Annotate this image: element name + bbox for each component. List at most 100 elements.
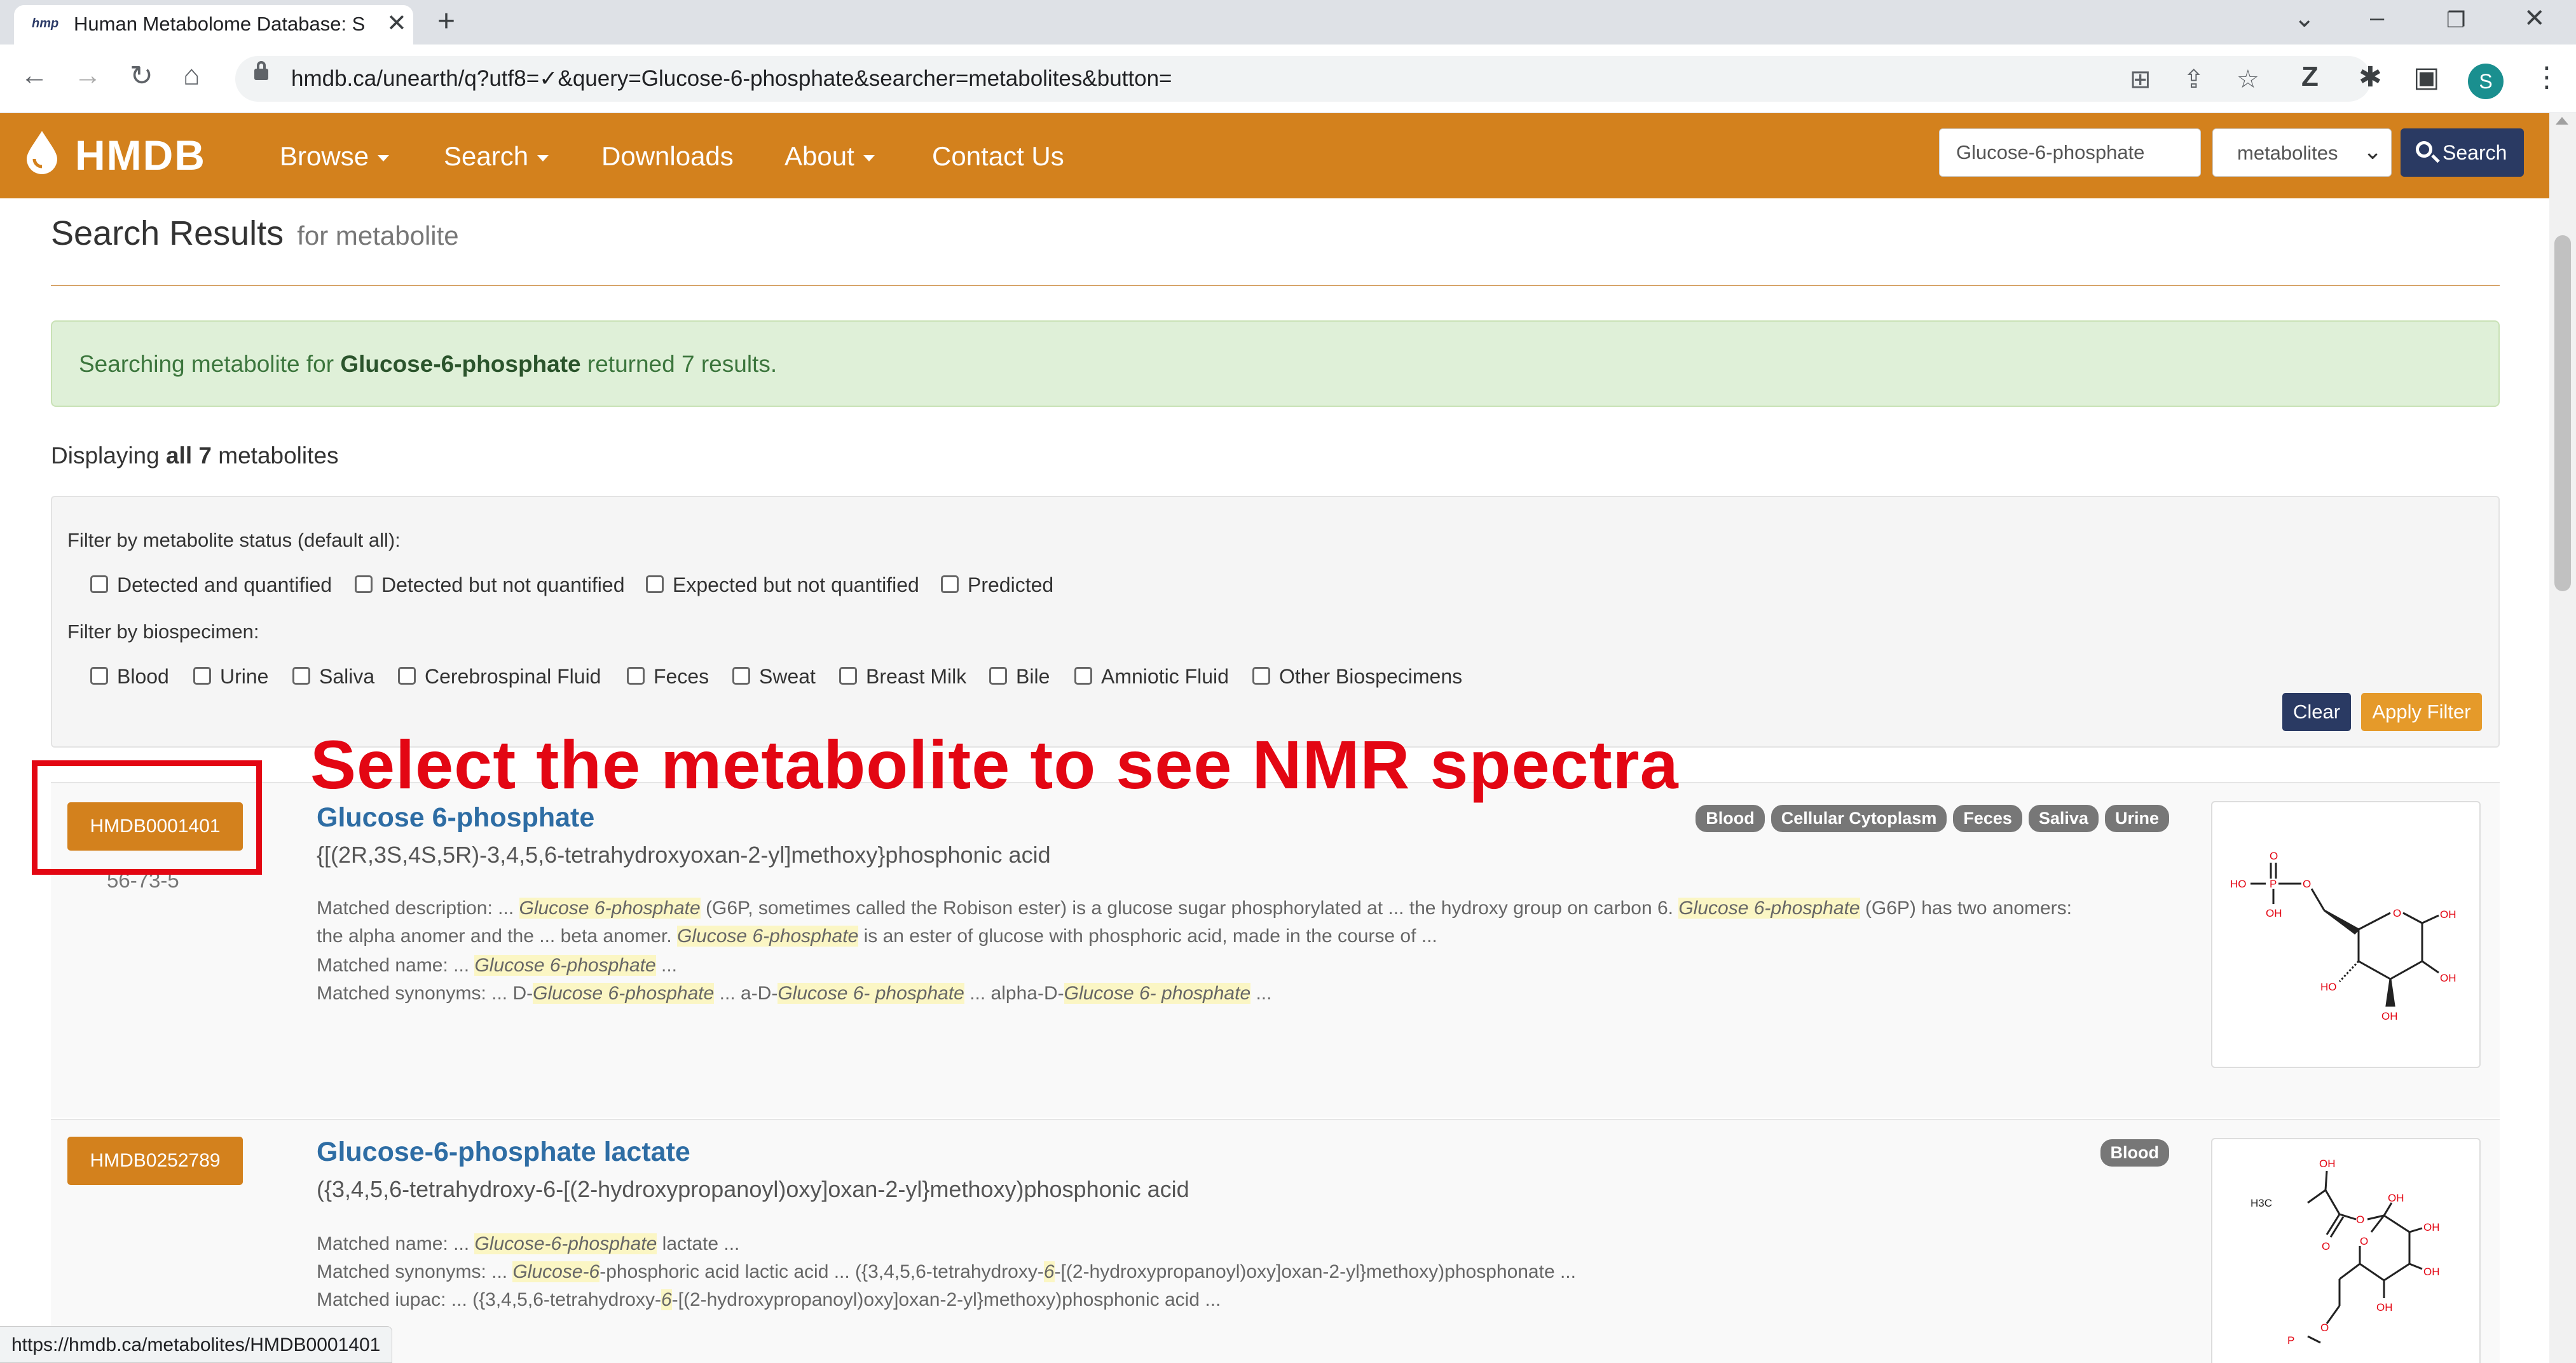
url-text[interactable]: hmdb.ca/unearth/q?utf8=✓&query=Glucose-6…	[291, 66, 1172, 92]
nav-downloads[interactable]: Downloads	[601, 141, 734, 172]
structure-thumbnail[interactable]: OH O O O OH OH OH OH O P H3C	[2211, 1138, 2481, 1363]
restore-icon[interactable]: ❐	[2446, 8, 2465, 33]
forward-arrow-icon[interactable]: →	[74, 60, 102, 92]
profile-avatar[interactable]: S	[2468, 64, 2504, 99]
biospecimen-filter-label: Filter by biospecimen:	[67, 620, 259, 643]
status-expected-not-quantified-checkbox[interactable]: Expected but not quantified	[646, 573, 919, 597]
bookmark-star-icon[interactable]: ☆	[2237, 65, 2259, 94]
svg-text:OH: OH	[2440, 972, 2456, 984]
svg-text:OH: OH	[2423, 1266, 2440, 1278]
alert-query: Glucose-6-phosphate	[340, 351, 581, 377]
tag-badge[interactable]: Blood	[2100, 1139, 2169, 1167]
biospecimen-sweat-checkbox[interactable]: Sweat	[732, 665, 816, 688]
biospecimen-amniotic-fluid-checkbox[interactable]: Amniotic Fluid	[1074, 665, 1229, 688]
translate-icon[interactable]: ⊞	[2130, 65, 2151, 94]
matched-iupac-line: Matched iupac: ... ({3,4,5,6-tetrahydrox…	[317, 1289, 1221, 1310]
status-filter-label: Filter by metabolite status (default all…	[67, 529, 401, 551]
tab-search-chevron-icon[interactable]: ⌄	[2294, 4, 2315, 33]
result-row: HMDB0001401 56-73-5 Glucose 6-phosphate …	[51, 782, 2500, 1118]
biospecimen-bile-checkbox[interactable]: Bile	[989, 665, 1050, 688]
browser-tab-bar: hmp Human Metabolome Database: S ✕ + ⌄ –…	[0, 0, 2576, 45]
reload-icon[interactable]: ↻	[130, 60, 153, 92]
svg-text:OH: OH	[2440, 908, 2456, 921]
lock-icon	[254, 61, 268, 80]
biospecimen-feces-checkbox[interactable]: Feces	[627, 665, 709, 688]
searcher-select[interactable]: metabolites ⌄	[2212, 128, 2392, 177]
link-status-bar: https://hmdb.ca/metabolites/HMDB0001401	[0, 1326, 393, 1363]
side-panel-icon[interactable]: ▣	[2413, 61, 2440, 93]
tab-title: Human Metabolome Database: S	[74, 13, 366, 35]
matched-name-line: Matched name: ... Glucose-6-phosphate la…	[317, 1233, 740, 1254]
hmdb-drop-logo-icon[interactable]	[25, 130, 58, 174]
svg-text:O: O	[2270, 850, 2278, 862]
back-arrow-icon[interactable]: ←	[20, 60, 48, 92]
hmdb-logo-text[interactable]: HMDB	[75, 131, 206, 179]
caret-down-icon	[378, 154, 390, 161]
svg-text:OH: OH	[2266, 907, 2282, 919]
svg-text:O: O	[2393, 907, 2401, 919]
structure-thumbnail[interactable]: O HO P O OH O OH OH OH HO	[2211, 801, 2481, 1068]
metabolite-name-link[interactable]: Glucose 6-phosphate	[317, 802, 594, 833]
minimize-icon[interactable]: –	[2370, 4, 2384, 32]
svg-text:OH: OH	[2319, 1158, 2336, 1170]
svg-text:OH: OH	[2388, 1192, 2404, 1204]
navbar-search-button-label: Search	[2442, 141, 2507, 164]
biospecimen-saliva-checkbox[interactable]: Saliva	[292, 665, 374, 688]
title-divider	[51, 285, 2500, 286]
tab-close-icon[interactable]: ✕	[387, 9, 407, 38]
metabolite-name-link[interactable]: Glucose-6-phosphate lactate	[317, 1137, 690, 1168]
tab-favicon-icon: hmp	[32, 17, 59, 31]
svg-text:O: O	[2360, 1235, 2368, 1247]
tag-badge[interactable]: Feces	[1953, 805, 2022, 832]
new-tab-icon[interactable]: +	[437, 4, 455, 39]
biospecimen-breast-milk-checkbox[interactable]: Breast Milk	[839, 665, 966, 688]
navbar-search-button[interactable]: Search	[2401, 128, 2524, 177]
biospecimen-csf-checkbox[interactable]: Cerebrospinal Fluid	[398, 665, 601, 688]
browser-menu-icon[interactable]: ⋮	[2533, 61, 2561, 93]
nav-contact-us[interactable]: Contact Us	[932, 141, 1064, 172]
status-predicted-checkbox[interactable]: Predicted	[941, 573, 1053, 597]
status-detected-quantified-checkbox[interactable]: Detected and quantified	[90, 573, 332, 597]
biospecimen-tags: Blood Cellular Cytoplasm Feces Saliva Ur…	[1696, 805, 2169, 832]
navbar-search-input[interactable]	[1939, 128, 2201, 177]
searcher-selected-value: metabolites	[2237, 142, 2338, 164]
page-title-suffix: for metabolite	[297, 221, 459, 250]
hmdb-navbar: HMDB Browse Search Downloads About Conta…	[0, 113, 2576, 198]
tag-badge[interactable]: Blood	[1696, 805, 1765, 832]
biospecimen-blood-checkbox[interactable]: Blood	[90, 665, 169, 688]
search-icon	[2416, 141, 2432, 158]
page-scrollbar[interactable]	[2549, 113, 2576, 1363]
home-icon[interactable]: ⌂	[183, 60, 200, 92]
nav-browse[interactable]: Browse	[280, 141, 390, 172]
svg-text:OH: OH	[2423, 1221, 2440, 1233]
svg-text:O: O	[2320, 1322, 2329, 1334]
clear-filter-button[interactable]: Clear	[2282, 693, 2351, 731]
browser-tab[interactable]: hmp Human Metabolome Database: S ✕	[14, 5, 413, 45]
svg-text:P: P	[2270, 878, 2277, 890]
svg-text:P: P	[2287, 1334, 2294, 1346]
chevron-down-icon: ⌄	[2363, 138, 2383, 164]
tag-badge[interactable]: Cellular Cytoplasm	[1771, 805, 1947, 832]
extensions-puzzle-icon[interactable]: ✱	[2359, 61, 2382, 93]
hmdb-id-button[interactable]: HMDB0252789	[67, 1137, 243, 1185]
svg-text:OH: OH	[2376, 1301, 2393, 1313]
scrollbar-thumb[interactable]	[2554, 235, 2571, 591]
zotero-extension-icon[interactable]: Z	[2301, 61, 2319, 93]
biospecimen-tags: Blood	[2100, 1139, 2169, 1167]
biospecimen-urine-checkbox[interactable]: Urine	[193, 665, 268, 688]
matched-description-line-1: Matched description: ... Glucose 6-phosp…	[317, 898, 2072, 919]
window-close-icon[interactable]: ✕	[2524, 4, 2545, 33]
biospecimen-other-checkbox[interactable]: Other Biospecimens	[1252, 665, 1462, 688]
nav-search[interactable]: Search	[444, 141, 549, 172]
apply-filter-button[interactable]: Apply Filter	[2361, 693, 2482, 731]
metabolite-iupac: {[(2R,3S,4S,5R)-3,4,5,6-tetrahydroxyoxan…	[317, 842, 1051, 868]
tag-badge[interactable]: Urine	[2104, 805, 2169, 832]
svg-text:HO: HO	[2320, 981, 2337, 993]
scroll-up-arrow-icon[interactable]	[2556, 117, 2568, 125]
result-row: HMDB0252789 Glucose-6-phosphate lactate …	[51, 1119, 2500, 1363]
status-detected-not-quantified-checkbox[interactable]: Detected but not quantified	[355, 573, 625, 597]
nav-about[interactable]: About	[784, 141, 875, 172]
address-bar[interactable]: hmdb.ca/unearth/q?utf8=✓&query=Glucose-6…	[235, 56, 2371, 102]
tag-badge[interactable]: Saliva	[2028, 805, 2099, 832]
share-icon[interactable]: ⇪	[2183, 65, 2205, 94]
